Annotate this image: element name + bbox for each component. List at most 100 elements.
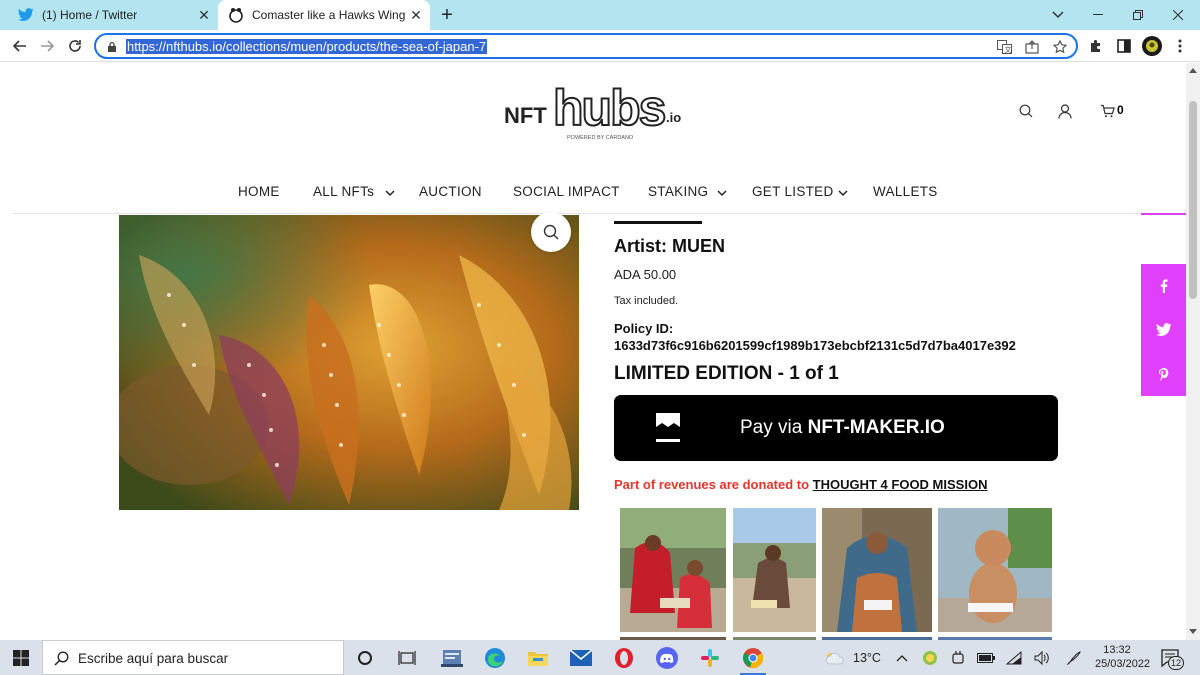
charity-photo-3[interactable] [822,508,932,632]
nfthubs-favicon [228,7,244,23]
tab-nfthubs[interactable]: Comaster like a Hawks Wing - 20 ✕ [218,0,430,30]
share-icon[interactable] [1023,38,1041,56]
url-text[interactable]: https://nfthubs.io/collections/muen/prod… [126,39,488,54]
discord-icon[interactable] [655,646,679,670]
nav-social-impact[interactable]: SOCIAL IMPACT [513,183,620,203]
file-explorer-icon[interactable] [526,646,550,670]
nav-all-nfts[interactable]: ALL NFTs [313,183,374,203]
page-scrollbar[interactable] [1186,63,1200,640]
svg-text:文: 文 [1004,45,1011,54]
browser-tab-strip: (1) Home / Twitter ✕ Comaster like a Haw… [0,0,1200,30]
logo-hubs-text: hubs [553,80,665,136]
weather-temperature[interactable]: 13°C [853,651,881,665]
chrome-icon[interactable] [741,646,765,670]
cart-icon[interactable] [1097,101,1117,121]
chevron-up-icon[interactable] [890,646,914,670]
nav-get-listed[interactable]: GET LISTED [752,183,834,203]
browser-toolbar: https://nfthubs.io/collections/muen/prod… [0,30,1200,62]
bookmark-star-icon[interactable] [1051,38,1069,56]
zoom-image-button[interactable] [531,212,571,252]
magnifier-icon [543,224,559,240]
pay-prefix: Pay via [740,417,808,438]
tab-search-chevron-icon[interactable] [1038,0,1078,30]
facebook-icon [1160,279,1167,293]
opera-browser-icon[interactable] [612,646,636,670]
scroll-up-icon[interactable] [1189,67,1197,73]
search-icon[interactable] [1016,101,1036,121]
menu-kebab-icon[interactable] [1168,34,1192,58]
product-image[interactable] [119,215,579,510]
pen-input-icon[interactable] [1062,646,1086,670]
taskbar-clock[interactable]: 13:32 25/03/2022 [1095,643,1151,671]
nft-maker-logo-icon [656,413,680,442]
tray-device-icon[interactable] [946,646,970,670]
weather-icon[interactable] [822,646,846,670]
twitter-icon [1155,323,1171,337]
nav-staking[interactable]: STAKING [648,183,708,203]
minimize-icon[interactable] [1078,0,1118,30]
account-icon[interactable] [1055,101,1075,121]
clock-time: 13:32 [1103,644,1131,656]
nav-home[interactable]: HOME [238,183,280,203]
cortana-icon[interactable] [353,646,377,670]
notification-center-button[interactable]: 12 [1158,646,1186,670]
share-pinterest-button[interactable] [1141,352,1186,396]
wifi-icon[interactable] [1002,646,1026,670]
taskbar-search-box[interactable]: Escribe aquí para buscar [42,640,344,675]
donation-note: Part of revenues are donated to THOUGHT … [614,477,987,492]
close-tab-icon[interactable]: ✕ [408,7,424,23]
edge-browser-icon[interactable] [483,646,507,670]
mail-icon[interactable] [569,646,593,670]
reload-icon[interactable] [63,34,87,58]
product-price: ADA 50.00 [614,267,677,282]
donation-link[interactable]: THOUGHT 4 FOOD MISSION [813,477,988,492]
translate-icon[interactable]: 文 [995,38,1013,56]
notification-count: 12 [1168,656,1184,670]
extensions-puzzle-icon[interactable] [1084,34,1108,58]
chevron-down-icon[interactable] [837,187,849,199]
charity-photo-1[interactable] [620,508,726,632]
pay-nft-maker-button[interactable]: Pay via NFT-MAKER.IO [614,395,1058,461]
web-page: NFT hubs .io POWERED BY CARDANO 0 HOME A… [0,63,1186,640]
charity-photo-4[interactable] [938,508,1052,632]
close-tab-icon[interactable]: ✕ [196,7,212,23]
scrollbar-thumb[interactable] [1189,101,1197,299]
volume-icon[interactable] [1030,646,1054,670]
policy-id-value: 1633d73f6c916b6201599cf1989b173ebcbf2131… [614,338,1016,353]
news-app-icon[interactable] [440,646,464,670]
scroll-down-icon[interactable] [1189,629,1197,635]
back-arrow-icon[interactable] [8,34,32,58]
task-view-icon[interactable] [395,646,419,670]
policy-id-label: Policy ID: [614,321,674,336]
new-tab-button[interactable]: + [436,4,458,26]
close-window-icon[interactable] [1158,0,1198,30]
twitter-icon [18,7,34,23]
windows-start-icon[interactable] [9,646,33,670]
address-bar[interactable]: https://nfthubs.io/collections/muen/prod… [94,33,1078,59]
lock-icon[interactable] [103,38,121,56]
battery-icon[interactable] [974,646,998,670]
side-panel-icon[interactable] [1112,34,1136,58]
restore-icon[interactable] [1118,0,1158,30]
logo-io-text: .io [666,110,681,125]
forward-arrow-icon[interactable] [35,34,59,58]
nfthubs-logo[interactable]: NFT hubs .io POWERED BY CARDANO [503,75,688,145]
tray-app-icon[interactable] [918,646,942,670]
edition-label: LIMITED EDITION - 1 of 1 [614,363,839,384]
chevron-down-icon[interactable] [716,187,728,199]
nav-auction[interactable]: AUCTION [419,183,482,203]
share-facebook-button[interactable] [1141,264,1186,308]
profile-avatar[interactable] [1140,34,1164,58]
charity-photo-2[interactable] [733,508,816,632]
tab-twitter[interactable]: (1) Home / Twitter ✕ [8,0,218,30]
cart-count: 0 [1117,103,1124,117]
windows-taskbar: Escribe aquí para buscar 13°C 13:32 25/0… [0,640,1200,675]
clock-date: 25/03/2022 [1095,658,1151,670]
logo-tagline: POWERED BY CARDANO [567,135,634,141]
slack-icon[interactable] [698,646,722,670]
tab-title: (1) Home / Twitter [42,8,138,22]
chevron-down-icon[interactable] [384,187,396,199]
share-twitter-button[interactable] [1141,308,1186,352]
search-icon [54,651,69,666]
nav-wallets[interactable]: WALLETS [873,183,938,203]
